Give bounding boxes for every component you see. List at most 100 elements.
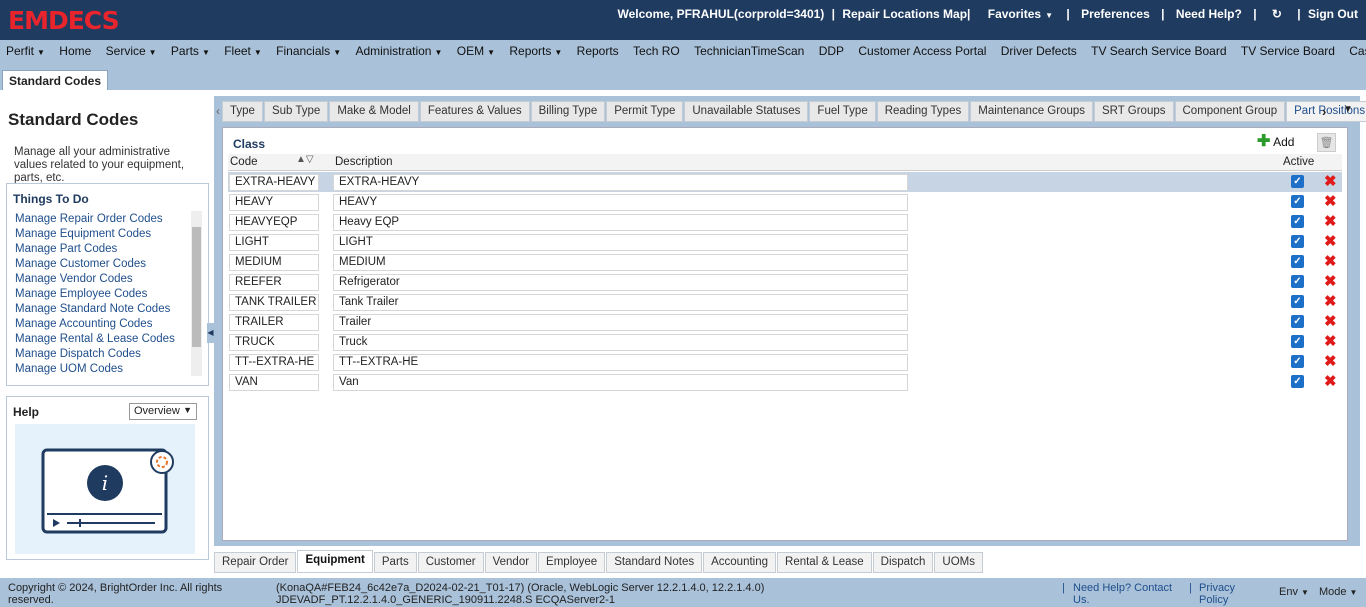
active-checkbox[interactable]: ✓ xyxy=(1291,195,1304,208)
repair-locations-map-link[interactable]: Repair Locations Map| xyxy=(842,7,970,21)
todo-link[interactable]: Manage Customer Codes xyxy=(15,257,175,272)
tab-equipment[interactable]: Equipment xyxy=(297,550,373,573)
tab-dispatch[interactable]: Dispatch xyxy=(872,552,934,573)
nav-reports[interactable]: Reports xyxy=(571,40,624,58)
code-field[interactable]: TRAILER xyxy=(229,314,319,331)
privacy-policy-link[interactable]: Privacy Policy xyxy=(1199,582,1249,606)
todo-link[interactable]: Manage Standard Note Codes xyxy=(15,302,175,317)
sync-icon[interactable]: ↻ xyxy=(1272,7,1282,21)
todo-link[interactable]: Manage UOM Codes xyxy=(15,362,175,377)
table-row[interactable]: MEDIUM MEDIUM ✓ ✖ xyxy=(228,252,1342,272)
tab-employee[interactable]: Employee xyxy=(538,552,606,573)
mode-menu[interactable]: Mode ▼ xyxy=(1319,586,1357,599)
collapse-left-panel-icon[interactable]: ◀ xyxy=(207,323,214,343)
table-row[interactable]: LIGHT LIGHT ✓ ✖ xyxy=(228,232,1342,252)
active-checkbox[interactable]: ✓ xyxy=(1291,295,1304,308)
description-field[interactable]: Van xyxy=(333,374,908,391)
tab-make-model[interactable]: Make & Model xyxy=(329,101,419,122)
scrollbar-thumb[interactable] xyxy=(192,227,201,347)
delete-icon[interactable]: ✖ xyxy=(1324,193,1337,210)
description-field[interactable]: Tank Trailer xyxy=(333,294,908,311)
nav-service[interactable]: Service ▼ xyxy=(100,40,162,58)
need-help-link[interactable]: Need Help? xyxy=(1176,7,1242,21)
description-field[interactable]: Trailer xyxy=(333,314,908,331)
tab-maintenance-groups[interactable]: Maintenance Groups xyxy=(970,101,1093,122)
code-field[interactable]: EXTRA-HEAVY xyxy=(229,174,319,191)
description-field[interactable]: Truck xyxy=(333,334,908,351)
tab-type[interactable]: Type xyxy=(222,101,263,122)
env-menu[interactable]: Env ▼ xyxy=(1279,586,1309,599)
todo-link[interactable]: Manage Employee Codes xyxy=(15,287,175,302)
delete-icon[interactable]: ✖ xyxy=(1324,273,1337,290)
tab-fuel-type[interactable]: Fuel Type xyxy=(809,101,876,122)
description-field[interactable]: HEAVY xyxy=(333,194,908,211)
tab-sub-type[interactable]: Sub Type xyxy=(263,101,329,122)
todo-link[interactable]: Manage Dispatch Codes xyxy=(15,347,175,362)
trash-icon[interactable]: 🗑 xyxy=(1317,133,1336,152)
delete-icon[interactable]: ✖ xyxy=(1324,253,1337,270)
nav-oem[interactable]: OEM ▼ xyxy=(451,40,500,58)
contact-us-link[interactable]: Need Help? Contact Us. xyxy=(1073,582,1183,606)
code-field[interactable]: LIGHT xyxy=(229,234,319,251)
description-field[interactable]: TT--EXTRA-HE xyxy=(333,354,908,371)
delete-icon[interactable]: ✖ xyxy=(1324,373,1337,390)
code-field[interactable]: HEAVY xyxy=(229,194,319,211)
nav-home[interactable]: Home xyxy=(53,40,96,58)
delete-icon[interactable]: ✖ xyxy=(1324,333,1337,350)
table-row[interactable]: TRAILER Trailer ✓ ✖ xyxy=(228,312,1342,332)
preferences-link[interactable]: Preferences xyxy=(1081,7,1150,21)
todo-link[interactable]: Manage Part Codes xyxy=(15,242,175,257)
help-video-thumbnail[interactable]: i xyxy=(15,424,195,554)
todo-link[interactable]: Manage Equipment Codes xyxy=(15,227,175,242)
description-field[interactable]: Heavy EQP xyxy=(333,214,908,231)
nav-parts[interactable]: Parts ▼ xyxy=(165,40,215,58)
table-row[interactable]: VAN Van ✓ ✖ xyxy=(228,372,1342,392)
todo-link[interactable]: Manage Accounting Codes xyxy=(15,317,175,332)
code-field[interactable]: TT--EXTRA-HE xyxy=(229,354,319,371)
tab-standard-notes[interactable]: Standard Notes xyxy=(606,552,703,573)
todo-link[interactable]: Manage Repair Order Codes xyxy=(15,212,175,227)
nav-financials[interactable]: Financials ▼ xyxy=(270,40,346,58)
active-checkbox[interactable]: ✓ xyxy=(1291,235,1304,248)
nav-fleet[interactable]: Fleet ▼ xyxy=(218,40,267,58)
table-row[interactable]: HEAVYEQP Heavy EQP ✓ ✖ xyxy=(228,212,1342,232)
nav-perfit[interactable]: Perfit ▼ xyxy=(0,40,50,58)
active-checkbox[interactable]: ✓ xyxy=(1291,255,1304,268)
description-field[interactable]: LIGHT xyxy=(333,234,908,251)
nav-reports-menu[interactable]: Reports ▼ xyxy=(503,40,567,58)
nav-ddp[interactable]: DDP xyxy=(813,40,849,58)
tab-billing-type[interactable]: Billing Type xyxy=(530,101,606,122)
tab-scroll-right-icon[interactable]: › xyxy=(1322,104,1326,119)
active-checkbox[interactable]: ✓ xyxy=(1291,275,1304,288)
tab-customer[interactable]: Customer xyxy=(417,552,484,573)
tab-permit-type[interactable]: Permit Type xyxy=(606,101,684,122)
column-header-code[interactable]: Code xyxy=(230,156,258,168)
nav-customer-access-portal[interactable]: Customer Access Portal xyxy=(852,40,991,58)
code-field[interactable]: TANK TRAILER xyxy=(229,294,319,311)
tab-rental-lease[interactable]: Rental & Lease xyxy=(777,552,872,573)
nav-administration[interactable]: Administration ▼ xyxy=(349,40,447,58)
delete-icon[interactable]: ✖ xyxy=(1324,233,1337,250)
code-field[interactable]: MEDIUM xyxy=(229,254,319,271)
delete-icon[interactable]: ✖ xyxy=(1324,313,1337,330)
todo-link[interactable]: Manage Rental & Lease Codes xyxy=(15,332,175,347)
table-row[interactable]: TANK TRAILER Tank Trailer ✓ ✖ xyxy=(228,292,1342,312)
tab-component-group[interactable]: Component Group xyxy=(1174,101,1286,122)
active-checkbox[interactable]: ✓ xyxy=(1291,375,1304,388)
tab-srt-groups[interactable]: SRT Groups xyxy=(1094,101,1174,122)
tab-vendor[interactable]: Vendor xyxy=(484,552,538,573)
table-row[interactable]: HEAVY HEAVY ✓ ✖ xyxy=(228,192,1342,212)
tab-parts[interactable]: Parts xyxy=(373,552,417,573)
tab-standard-codes[interactable]: Standard Codes xyxy=(2,70,109,90)
tab-features-values[interactable]: Features & Values xyxy=(419,101,530,122)
tab-unavailable-statuses[interactable]: Unavailable Statuses xyxy=(684,101,809,122)
delete-icon[interactable]: ✖ xyxy=(1324,293,1337,310)
nav-technician-time-scan[interactable]: TechnicianTimeScan xyxy=(688,40,809,58)
nav-cashier-shift[interactable]: Cashier Shift xyxy=(1343,40,1366,58)
active-checkbox[interactable]: ✓ xyxy=(1291,215,1304,228)
sign-out-link[interactable]: Sign Out xyxy=(1308,7,1358,21)
active-checkbox[interactable]: ✓ xyxy=(1291,315,1304,328)
tab-reading-types[interactable]: Reading Types xyxy=(876,101,970,122)
tab-accounting[interactable]: Accounting xyxy=(703,552,777,573)
tab-scroll-left-icon[interactable]: ‹ xyxy=(216,104,220,118)
